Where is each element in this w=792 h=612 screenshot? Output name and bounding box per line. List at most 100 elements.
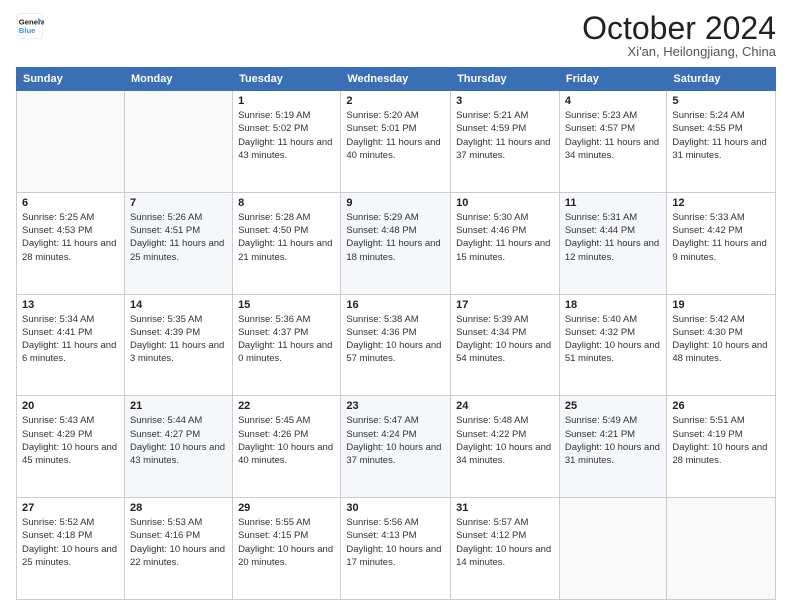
day-info: Sunrise: 5:47 AM Sunset: 4:24 PM Dayligh… — [346, 414, 445, 467]
calendar-cell: 28Sunrise: 5:53 AM Sunset: 4:16 PM Dayli… — [124, 498, 232, 600]
day-info: Sunrise: 5:44 AM Sunset: 4:27 PM Dayligh… — [130, 414, 227, 467]
calendar-cell — [17, 91, 125, 193]
calendar-cell: 25 Sunrise: 5:49 AM Sunset: 4:21 PM Dayli… — [559, 396, 667, 498]
calendar-cell: 24 Sunrise: 5:48 AM Sunset: 4:22 PM Dayli… — [451, 396, 560, 498]
day-number: 1 — [238, 95, 335, 107]
svg-text:General: General — [19, 18, 44, 27]
day-number: 24 — [456, 400, 554, 412]
day-info: Sunrise: 5:29 AM Sunset: 4:48 PM Dayligh… — [346, 211, 445, 264]
day-info: Sunrise: 5:48 AM Sunset: 4:22 PM Dayligh… — [456, 414, 554, 467]
day-info: Sunrise: 5:23 AM Sunset: 4:57 PM Dayligh… — [565, 109, 662, 162]
day-number: 30 — [346, 502, 445, 514]
weekday-header-thursday: Thursday — [451, 68, 560, 91]
week-row-3: 13Sunrise: 5:34 AM Sunset: 4:41 PM Dayli… — [17, 294, 776, 396]
logo-icon: General Blue — [16, 12, 44, 40]
calendar-cell: 26 Sunrise: 5:51 AM Sunset: 4:19 PM Dayli… — [667, 396, 776, 498]
svg-text:Blue: Blue — [19, 26, 36, 35]
day-number: 12 — [672, 197, 770, 209]
day-number: 23 — [346, 400, 445, 412]
day-number: 11 — [565, 197, 662, 209]
weekday-header-row: SundayMondayTuesdayWednesdayThursdayFrid… — [17, 68, 776, 91]
day-info: Sunrise: 5:53 AM Sunset: 4:16 PM Dayligh… — [130, 516, 227, 569]
week-row-5: 27 Sunrise: 5:52 AM Sunset: 4:18 PM Dayli… — [17, 498, 776, 600]
day-info: Sunrise: 5:39 AM Sunset: 4:34 PM Dayligh… — [456, 313, 554, 366]
day-info: Sunrise: 5:21 AM Sunset: 4:59 PM Dayligh… — [456, 109, 554, 162]
calendar-cell — [559, 498, 667, 600]
month-title: October 2024 — [582, 12, 776, 44]
day-info: Sunrise: 5:34 AM Sunset: 4:41 PM Dayligh… — [22, 313, 119, 366]
calendar-cell: 16 Sunrise: 5:38 AM Sunset: 4:36 PM Dayli… — [341, 294, 451, 396]
day-number: 29 — [238, 502, 335, 514]
logo: General Blue — [16, 12, 44, 40]
day-number: 26 — [672, 400, 770, 412]
page: General Blue October 2024 Xi'an, Heilong… — [0, 0, 792, 612]
calendar-cell: 31 Sunrise: 5:57 AM Sunset: 4:12 PM Dayli… — [451, 498, 560, 600]
calendar-cell — [124, 91, 232, 193]
day-info: Sunrise: 5:24 AM Sunset: 4:55 PM Dayligh… — [672, 109, 770, 162]
week-row-1: 1 Sunrise: 5:19 AM Sunset: 5:02 PM Daylig… — [17, 91, 776, 193]
calendar-cell: 29 Sunrise: 5:55 AM Sunset: 4:15 PM Dayli… — [233, 498, 341, 600]
day-info: Sunrise: 5:56 AM Sunset: 4:13 PM Dayligh… — [346, 516, 445, 569]
weekday-header-friday: Friday — [559, 68, 667, 91]
day-number: 18 — [565, 299, 662, 311]
day-number: 17 — [456, 299, 554, 311]
day-number: 2 — [346, 95, 445, 107]
day-number: 21 — [130, 400, 227, 412]
day-number: 8 — [238, 197, 335, 209]
header: General Blue October 2024 Xi'an, Heilong… — [16, 12, 776, 59]
day-info: Sunrise: 5:57 AM Sunset: 4:12 PM Dayligh… — [456, 516, 554, 569]
day-number: 22 — [238, 400, 335, 412]
day-info: Sunrise: 5:55 AM Sunset: 4:15 PM Dayligh… — [238, 516, 335, 569]
calendar-cell: 5Sunrise: 5:24 AM Sunset: 4:55 PM Daylig… — [667, 91, 776, 193]
day-number: 31 — [456, 502, 554, 514]
title-block: October 2024 Xi'an, Heilongjiang, China — [582, 12, 776, 59]
day-info: Sunrise: 5:49 AM Sunset: 4:21 PM Dayligh… — [565, 414, 662, 467]
day-number: 10 — [456, 197, 554, 209]
day-info: Sunrise: 5:20 AM Sunset: 5:01 PM Dayligh… — [346, 109, 445, 162]
day-info: Sunrise: 5:51 AM Sunset: 4:19 PM Dayligh… — [672, 414, 770, 467]
calendar-cell — [667, 498, 776, 600]
calendar-cell: 21 Sunrise: 5:44 AM Sunset: 4:27 PM Dayli… — [124, 396, 232, 498]
day-info: Sunrise: 5:42 AM Sunset: 4:30 PM Dayligh… — [672, 313, 770, 366]
day-number: 25 — [565, 400, 662, 412]
calendar-cell: 11Sunrise: 5:31 AM Sunset: 4:44 PM Dayli… — [559, 192, 667, 294]
day-info: Sunrise: 5:45 AM Sunset: 4:26 PM Dayligh… — [238, 414, 335, 467]
calendar-cell: 10 Sunrise: 5:30 AM Sunset: 4:46 PM Dayli… — [451, 192, 560, 294]
calendar-cell: 1 Sunrise: 5:19 AM Sunset: 5:02 PM Daylig… — [233, 91, 341, 193]
day-info: Sunrise: 5:36 AM Sunset: 4:37 PM Dayligh… — [238, 313, 335, 366]
calendar-cell: 7Sunrise: 5:26 AM Sunset: 4:51 PM Daylig… — [124, 192, 232, 294]
calendar-cell: 20Sunrise: 5:43 AM Sunset: 4:29 PM Dayli… — [17, 396, 125, 498]
calendar-cell: 15 Sunrise: 5:36 AM Sunset: 4:37 PM Dayli… — [233, 294, 341, 396]
calendar-cell: 2 Sunrise: 5:20 AM Sunset: 5:01 PM Daylig… — [341, 91, 451, 193]
day-number: 15 — [238, 299, 335, 311]
day-info: Sunrise: 5:28 AM Sunset: 4:50 PM Dayligh… — [238, 211, 335, 264]
day-info: Sunrise: 5:33 AM Sunset: 4:42 PM Dayligh… — [672, 211, 770, 264]
day-info: Sunrise: 5:19 AM Sunset: 5:02 PM Dayligh… — [238, 109, 335, 162]
day-number: 14 — [130, 299, 227, 311]
day-info: Sunrise: 5:35 AM Sunset: 4:39 PM Dayligh… — [130, 313, 227, 366]
calendar-cell: 27 Sunrise: 5:52 AM Sunset: 4:18 PM Dayli… — [17, 498, 125, 600]
weekday-header-monday: Monday — [124, 68, 232, 91]
weekday-header-saturday: Saturday — [667, 68, 776, 91]
day-number: 3 — [456, 95, 554, 107]
calendar-cell: 17 Sunrise: 5:39 AM Sunset: 4:34 PM Dayli… — [451, 294, 560, 396]
day-info: Sunrise: 5:52 AM Sunset: 4:18 PM Dayligh… — [22, 516, 119, 569]
location-subtitle: Xi'an, Heilongjiang, China — [582, 44, 776, 59]
day-number: 27 — [22, 502, 119, 514]
calendar-cell: 22 Sunrise: 5:45 AM Sunset: 4:26 PM Dayli… — [233, 396, 341, 498]
week-row-4: 20Sunrise: 5:43 AM Sunset: 4:29 PM Dayli… — [17, 396, 776, 498]
weekday-header-wednesday: Wednesday — [341, 68, 451, 91]
day-number: 4 — [565, 95, 662, 107]
day-number: 19 — [672, 299, 770, 311]
weekday-header-sunday: Sunday — [17, 68, 125, 91]
day-number: 9 — [346, 197, 445, 209]
week-row-2: 6Sunrise: 5:25 AM Sunset: 4:53 PM Daylig… — [17, 192, 776, 294]
day-info: Sunrise: 5:38 AM Sunset: 4:36 PM Dayligh… — [346, 313, 445, 366]
day-number: 16 — [346, 299, 445, 311]
calendar-cell: 23 Sunrise: 5:47 AM Sunset: 4:24 PM Dayli… — [341, 396, 451, 498]
day-info: Sunrise: 5:30 AM Sunset: 4:46 PM Dayligh… — [456, 211, 554, 264]
day-number: 20 — [22, 400, 119, 412]
weekday-header-tuesday: Tuesday — [233, 68, 341, 91]
calendar-cell: 12 Sunrise: 5:33 AM Sunset: 4:42 PM Dayli… — [667, 192, 776, 294]
calendar-cell: 3 Sunrise: 5:21 AM Sunset: 4:59 PM Daylig… — [451, 91, 560, 193]
